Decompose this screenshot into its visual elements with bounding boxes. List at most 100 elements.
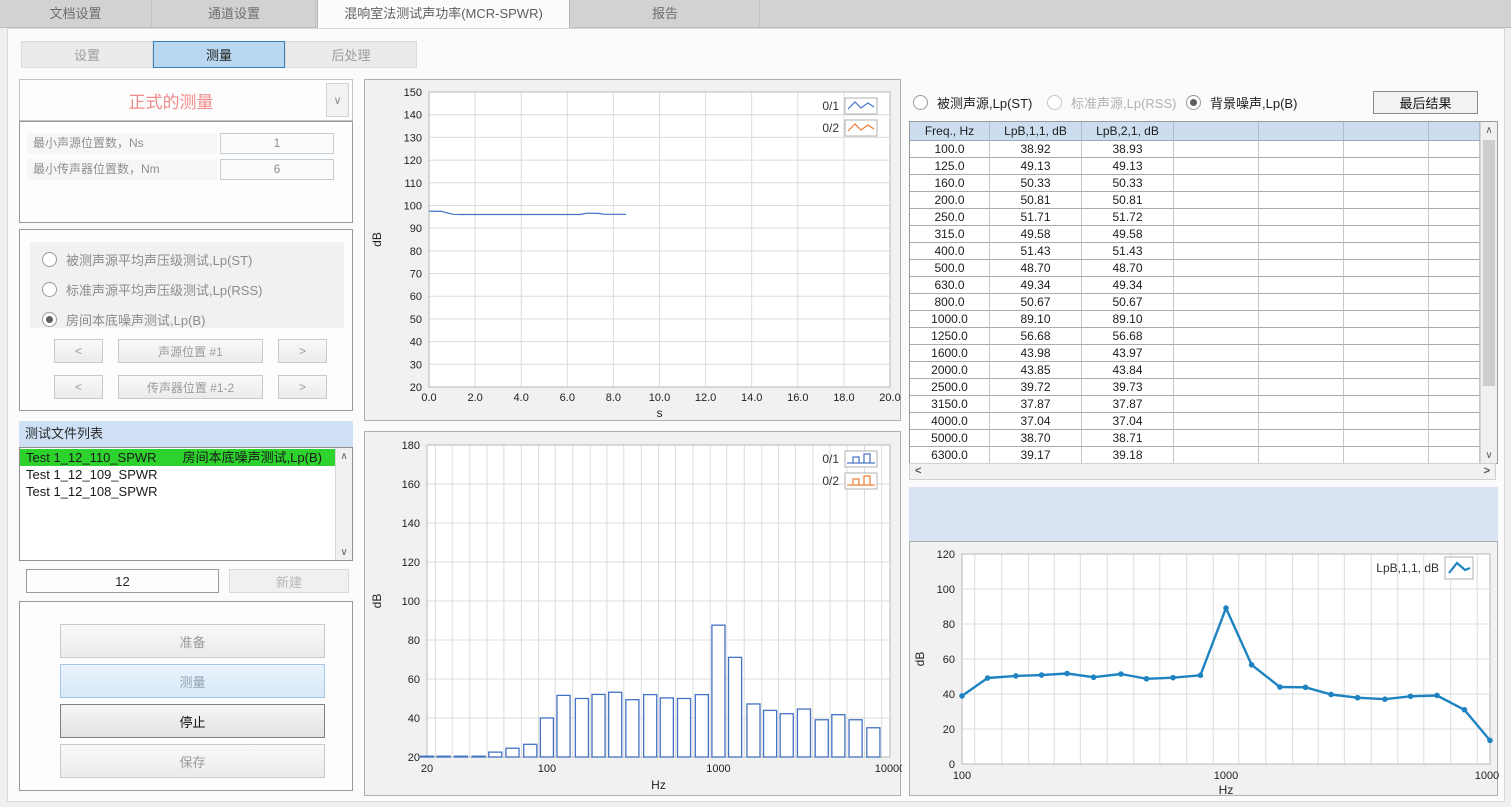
- table-cell: 39.17: [990, 447, 1082, 463]
- subtab-3[interactable]: 后处理: [285, 41, 417, 68]
- table-row[interactable]: 160.050.3350.33: [910, 175, 1480, 192]
- source-position-button[interactable]: 声源位置 #1: [118, 339, 263, 363]
- table-cell: [1259, 345, 1344, 362]
- file-list-scrollbar[interactable]: ∧ ∨: [335, 448, 352, 560]
- radio-icon[interactable]: [42, 282, 57, 297]
- table-header-cell: LpB,2,1, dB: [1082, 122, 1174, 140]
- scroll-right-icon[interactable]: >: [1484, 464, 1490, 479]
- scroll-down-icon[interactable]: ∨: [336, 544, 352, 560]
- table-cell: 49.34: [990, 277, 1082, 294]
- table-row[interactable]: 100.038.9238.93: [910, 141, 1480, 158]
- svg-text:80: 80: [410, 246, 422, 258]
- mic-position-button[interactable]: 传声器位置 #1-2: [118, 375, 263, 399]
- test-type-option[interactable]: 房间本底噪声测试,Lp(B): [42, 310, 205, 328]
- new-file-button[interactable]: 新建: [229, 569, 349, 593]
- table-cell: [1429, 311, 1480, 328]
- measurement-mode-dropdown[interactable]: 正式的测量 ∨: [19, 79, 353, 121]
- table-cell: 37.87: [990, 396, 1082, 413]
- file-list[interactable]: Test 1_12_110_SPWR房间本底噪声测试,Lp(B)Test 1_1…: [19, 447, 353, 561]
- subtab-2[interactable]: 测量: [153, 41, 285, 68]
- svg-text:1000: 1000: [1214, 770, 1238, 782]
- table-cell: [1344, 362, 1429, 379]
- subtab-1[interactable]: 设置: [21, 41, 153, 68]
- table-row[interactable]: 125.049.1349.13: [910, 158, 1480, 175]
- table-row[interactable]: 2500.039.7239.73: [910, 379, 1480, 396]
- source-position-next-button[interactable]: >: [278, 339, 327, 363]
- radio-icon[interactable]: [42, 252, 57, 267]
- action-button-2[interactable]: 测量: [60, 664, 325, 698]
- param-value-field[interactable]: 6: [220, 159, 334, 180]
- table-cell: [1259, 328, 1344, 345]
- scroll-up-icon[interactable]: ∧: [1481, 122, 1497, 138]
- table-row[interactable]: 2000.043.8543.84: [910, 362, 1480, 379]
- svg-text:18.0: 18.0: [833, 392, 854, 404]
- action-button-4[interactable]: 保存: [60, 744, 325, 778]
- spectrum-chart: 20406080100120140160180201001000100000/1…: [365, 432, 902, 797]
- test-type-option[interactable]: 标准声源平均声压级测试,Lp(RSS): [42, 280, 262, 298]
- table-row[interactable]: 200.050.8150.81: [910, 192, 1480, 209]
- table-row[interactable]: 6300.039.1739.18: [910, 447, 1480, 463]
- table-cell: 49.13: [990, 158, 1082, 175]
- table-row[interactable]: 500.048.7048.70: [910, 260, 1480, 277]
- param-value-field[interactable]: 1: [220, 133, 334, 154]
- svg-text:60: 60: [943, 654, 955, 666]
- table-row[interactable]: 5000.038.7038.71: [910, 430, 1480, 447]
- table-cell: [1429, 396, 1480, 413]
- table-row[interactable]: 1600.043.9843.97: [910, 345, 1480, 362]
- table-row[interactable]: 1250.056.6856.68: [910, 328, 1480, 345]
- file-list-item[interactable]: Test 1_12_109_SPWR: [20, 466, 335, 483]
- scroll-up-icon[interactable]: ∧: [336, 448, 352, 464]
- radio-icon[interactable]: [1186, 95, 1201, 110]
- test-type-option-label: 被测声源平均声压级测试,Lp(ST): [66, 250, 252, 269]
- mic-position-next-button[interactable]: >: [278, 375, 327, 399]
- svg-text:140: 140: [404, 110, 422, 122]
- result-view-option[interactable]: 背景噪声,Lp(B): [1186, 93, 1297, 111]
- action-button-3[interactable]: 停止: [60, 704, 325, 738]
- table-row[interactable]: 3150.037.8737.87: [910, 396, 1480, 413]
- table-cell: [1429, 345, 1480, 362]
- radio-icon[interactable]: [1047, 95, 1062, 110]
- svg-text:0/2: 0/2: [822, 121, 839, 135]
- table-cell: [1259, 413, 1344, 430]
- chevron-down-icon[interactable]: ∨: [326, 83, 349, 117]
- radio-icon[interactable]: [913, 95, 928, 110]
- file-count-button[interactable]: 12: [26, 569, 219, 593]
- table-row[interactable]: 400.051.4351.43: [910, 243, 1480, 260]
- result-view-option[interactable]: 被测声源,Lp(ST): [913, 93, 1032, 111]
- table-cell: 48.70: [990, 260, 1082, 277]
- table-row[interactable]: 4000.037.0437.04: [910, 413, 1480, 430]
- svg-text:80: 80: [408, 635, 420, 647]
- table-row[interactable]: 1000.089.1089.10: [910, 311, 1480, 328]
- tab-2[interactable]: 通道设置: [153, 0, 316, 27]
- scrollbar-thumb[interactable]: [1483, 140, 1495, 386]
- table-horizontal-scrollbar[interactable]: < >: [909, 463, 1496, 480]
- result-view-option[interactable]: 标准声源,Lp(RSS): [1047, 93, 1176, 111]
- table-row[interactable]: 630.049.3449.34: [910, 277, 1480, 294]
- table-cell: [1429, 447, 1480, 463]
- tab-1[interactable]: 文档设置: [0, 0, 152, 27]
- table-vertical-scrollbar[interactable]: ∧ ∨: [1480, 122, 1497, 463]
- scroll-down-icon[interactable]: ∨: [1481, 447, 1497, 463]
- table-cell: [1344, 277, 1429, 294]
- table-row[interactable]: 250.051.7151.72: [910, 209, 1480, 226]
- radio-icon[interactable]: [42, 312, 57, 327]
- svg-text:90: 90: [410, 223, 422, 235]
- tab-4[interactable]: 报告: [571, 0, 760, 27]
- action-button-1[interactable]: 准备: [60, 624, 325, 658]
- table-cell: [1259, 192, 1344, 209]
- table-row[interactable]: 315.049.5849.58: [910, 226, 1480, 243]
- svg-text:120: 120: [404, 155, 422, 167]
- tab-3[interactable]: 混响室法测试声功率(MCR-SPWR): [317, 0, 570, 28]
- table-cell: [1344, 209, 1429, 226]
- svg-text:12.0: 12.0: [695, 392, 716, 404]
- table-row[interactable]: 800.050.6750.67: [910, 294, 1480, 311]
- scroll-left-icon[interactable]: <: [915, 464, 921, 479]
- table-cell: [1429, 379, 1480, 396]
- table-cell: [1174, 362, 1259, 379]
- source-position-prev-button[interactable]: <: [54, 339, 103, 363]
- file-list-item[interactable]: Test 1_12_108_SPWR: [20, 483, 335, 500]
- test-type-option[interactable]: 被测声源平均声压级测试,Lp(ST): [42, 250, 252, 268]
- file-list-item[interactable]: Test 1_12_110_SPWR房间本底噪声测试,Lp(B): [20, 449, 335, 466]
- mic-position-prev-button[interactable]: <: [54, 375, 103, 399]
- final-result-button[interactable]: 最后结果: [1373, 91, 1478, 114]
